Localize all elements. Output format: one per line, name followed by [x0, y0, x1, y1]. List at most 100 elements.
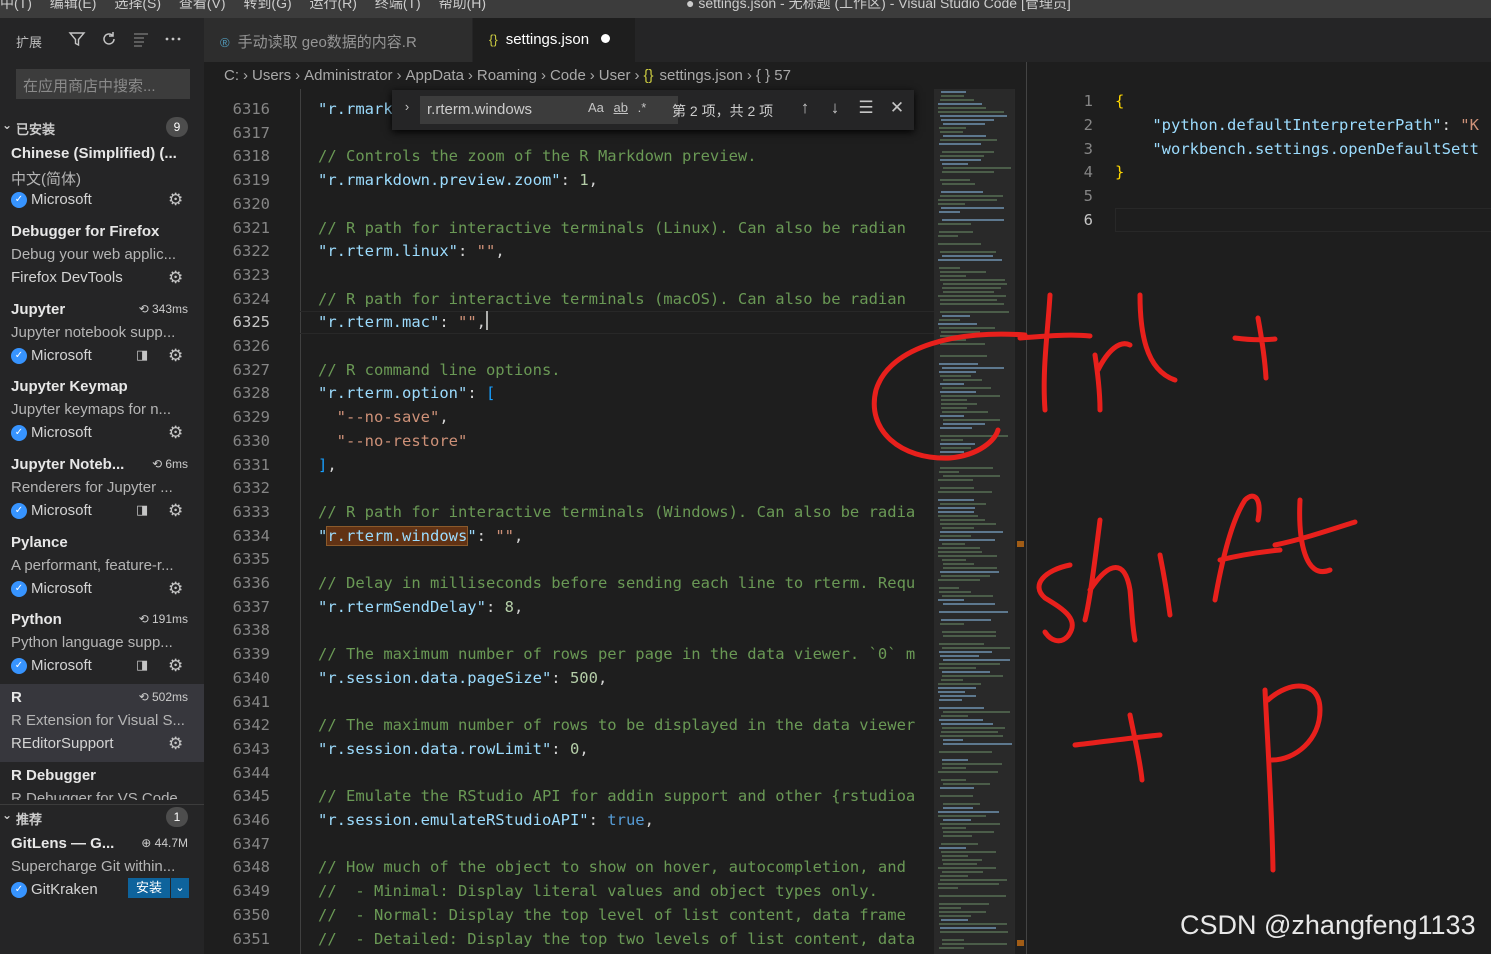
editor-right[interactable]: 1 {2 "python.defaultInterpreterPath": "K 3… [1026, 62, 1491, 954]
code-line[interactable]: "r.session.data.pageSize": 500, [318, 667, 607, 690]
breadcrumb-item[interactable]: Code [550, 67, 586, 84]
arrow-up-icon[interactable]: ↑ [794, 98, 816, 118]
minimap-line [940, 383, 964, 385]
minimap-line [940, 451, 964, 453]
minimap-line [943, 283, 1007, 285]
extension-item[interactable]: Jupyter Keymap Jupyter keymaps for n... ✓ M… [0, 373, 204, 451]
minimap-line [940, 443, 975, 445]
breadcrumb-item[interactable]: Users [252, 67, 291, 84]
gear-icon[interactable]: ⚙ [168, 734, 183, 754]
extension-item[interactable]: Python ⟲ 191ms Python language supp... ✓ Mic… [0, 606, 204, 684]
code-line[interactable]: "r.rtermSendDelay": 8, [318, 596, 523, 619]
verified-publisher-icon: ✓ [11, 424, 27, 441]
editor-left[interactable]: 6316 6317 6318 6319 6320 6321 6322 6323 6324 6325… [204, 89, 1026, 954]
extension-publisher: ✓ GitKraken [11, 881, 98, 898]
regex-icon[interactable]: .* [638, 100, 647, 115]
gear-icon[interactable]: ⚙ [168, 346, 183, 366]
code-line[interactable]: // The maximum number of rows per page i… [318, 643, 915, 666]
extension-item[interactable]: Debugger for Firefox Debug your web appli… [0, 218, 204, 296]
code-line[interactable]: "python.defaultInterpreterPath": "K [1115, 113, 1479, 137]
breadcrumb-item[interactable]: Roaming [477, 67, 537, 84]
minimap-line [942, 559, 966, 561]
gear-icon[interactable]: ⚙ [168, 579, 183, 599]
minimap-line [943, 419, 1000, 421]
code-line[interactable]: // - Detailed: Display the top two level… [318, 928, 915, 951]
extension-item-gitlens[interactable]: GitLens — G... ⊕ 44.7M Supercharge Git w… [0, 830, 204, 908]
extension-item[interactable]: Jupyter ⟲ 343ms Jupyter notebook supp... ✓ M… [0, 296, 204, 374]
code-line[interactable]: "r.rterm.linux": "", [318, 240, 505, 263]
code-line[interactable]: // The maximum number of rows to be disp… [318, 714, 915, 737]
filter-icon[interactable] [66, 28, 88, 50]
gear-icon[interactable]: ⚙ [168, 423, 183, 443]
code-line[interactable]: "r.session.data.rowLimit": 0, [318, 738, 589, 761]
verified-publisher-icon: ✓ [11, 347, 27, 364]
code-line[interactable]: "--no-save", [318, 406, 449, 429]
minimap-line [940, 179, 970, 181]
code-line[interactable]: // Controls the zoom of the R Markdown p… [318, 145, 757, 168]
code-line[interactable]: // R path for interactive terminals (Lin… [318, 217, 906, 240]
code-line[interactable]: // - Normal: Display the top level of li… [318, 904, 906, 927]
code-line[interactable]: // R command line options. [318, 359, 561, 382]
chevron-down-icon: ⌄ [2, 808, 13, 822]
menu-items[interactable]: 中(T) 编辑(E) 选择(S) 查看(V) 转到(G) 运行(R) 终端(T)… [0, 0, 486, 13]
code-line[interactable]: // Emulate the RStudio API for addin sup… [318, 785, 915, 808]
minimap[interactable] [934, 89, 1014, 954]
more-actions-icon[interactable] [162, 28, 184, 50]
code-line[interactable]: "r.rmarkdown.preview.zoom": 1, [318, 169, 598, 192]
extension-description: Python language supp... [11, 634, 173, 651]
minimap-line [942, 543, 965, 545]
code-line[interactable]: { [1115, 89, 1124, 113]
code-line[interactable]: "r.rterm.windows": "", [318, 525, 523, 548]
code-line[interactable]: "--no-restore" [318, 430, 468, 453]
code-line[interactable]: // R path for interactive terminals (Win… [318, 501, 915, 524]
code-line[interactable]: "r.rmark [318, 98, 393, 121]
recommended-section-header[interactable]: ⌄ 推荐 1 [0, 804, 204, 828]
breadcrumb-item[interactable]: User [599, 67, 631, 84]
minimap-line [942, 287, 1001, 289]
breadcrumb-item[interactable]: AppData [406, 67, 464, 84]
extension-search-input[interactable]: 在应用商店中搜索... [16, 69, 190, 99]
install-dropdown-chevron-icon[interactable]: ⌄ [171, 878, 189, 898]
extension-item[interactable]: Pylance A performant, feature-r... ✓ Micros… [0, 529, 204, 607]
arrow-down-icon[interactable]: ↓ [824, 98, 846, 118]
breadcrumb-item[interactable]: settings.json [660, 67, 743, 84]
extension-item[interactable]: Jupyter Noteb... ⟲ 6ms Renderers for Jupyt… [0, 451, 204, 529]
close-icon[interactable]: ✕ [886, 98, 908, 118]
vertical-scrollbar[interactable] [1014, 89, 1026, 954]
line-number: 6326 [232, 337, 270, 355]
gear-icon[interactable]: ⚙ [168, 501, 183, 521]
code-line[interactable]: ], [318, 454, 337, 477]
find-in-selection-icon[interactable]: ☰ [855, 98, 877, 118]
code-line[interactable]: // R path for interactive terminals (mac… [318, 288, 906, 311]
install-button[interactable]: 安装 [128, 878, 170, 898]
tab-r-script[interactable]: ® 手动读取 geo数据的内容.R [204, 18, 472, 62]
minimap-line [941, 439, 963, 441]
toggle-replace-chevron-icon[interactable]: › [396, 99, 418, 114]
extension-item[interactable]: R Debugger R Debugger for VS Code [0, 762, 204, 800]
extension-item[interactable]: Chinese (Simplified) (... 中文(简体) ✓ Microsof… [0, 140, 204, 218]
clear-icon[interactable] [130, 28, 152, 50]
tab-settings-json[interactable]: {} settings.json [473, 18, 635, 62]
code-line[interactable]: // Delay in milliseconds before sending … [318, 572, 915, 595]
gear-icon[interactable]: ⚙ [168, 656, 183, 676]
code-line[interactable]: "workbench.settings.openDefaultSett [1115, 137, 1479, 161]
installed-section-header[interactable]: ⌄ 已安装 9 [0, 115, 204, 139]
whole-word-icon[interactable]: ab [614, 100, 628, 115]
refresh-icon[interactable] [98, 28, 120, 50]
code-area[interactable]: "r.rmark // Controls the zoom of the R Ma… [300, 89, 934, 954]
breadcrumb-item[interactable]: { } 57 [756, 67, 791, 84]
gear-icon[interactable]: ⚙ [168, 190, 183, 210]
code-line[interactable]: "r.rterm.option": [ [318, 382, 495, 405]
code-line[interactable]: "r.session.emulateRStudioAPI": true, [318, 809, 654, 832]
gear-icon[interactable]: ⚙ [168, 268, 183, 288]
chevron-right-icon: › [243, 67, 248, 84]
extension-item[interactable]: R ⟲ 502ms R Extension for Visual S... REdit… [0, 684, 204, 762]
unsaved-dot-icon[interactable] [601, 34, 611, 43]
code-line[interactable]: // How much of the object to show on hov… [318, 856, 906, 879]
code-line[interactable]: "r.rterm.mac": "", [318, 311, 489, 334]
code-line[interactable]: } [1115, 160, 1124, 184]
breadcrumb-item[interactable]: C: [224, 67, 239, 84]
breadcrumb-item[interactable]: Administrator [304, 67, 392, 84]
match-case-icon[interactable]: Aa [588, 100, 604, 115]
code-line[interactable]: // - Minimal: Display literal values and… [318, 880, 878, 903]
